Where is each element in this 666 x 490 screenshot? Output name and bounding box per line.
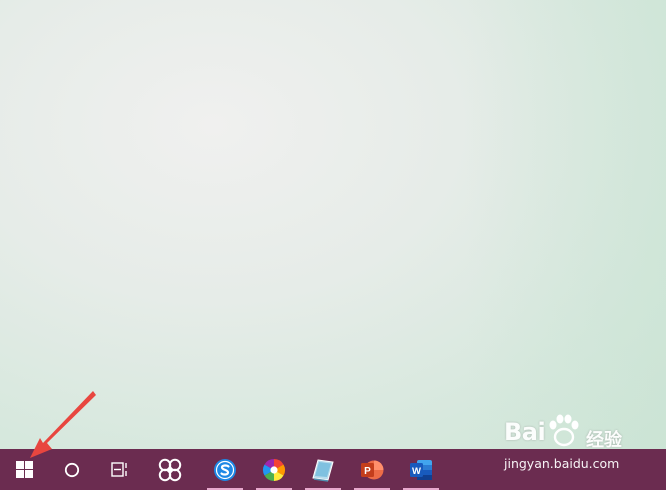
watermark-jingyan: 经验 — [586, 430, 622, 450]
taskbar-app-color-wheel[interactable] — [255, 449, 293, 490]
word-icon: W — [410, 459, 432, 480]
baidu-jingyan-watermark: Bai 经验 jingyan.baidu.com — [504, 412, 634, 478]
taskbar-app-sogou-browser[interactable] — [206, 449, 244, 490]
baidu-paw-icon — [549, 414, 579, 447]
desktop-background — [0, 0, 666, 449]
taskbar-app-pinwheel[interactable] — [151, 449, 189, 490]
sogou-s-icon — [214, 458, 236, 481]
watermark-url: jingyan.baidu.com — [504, 456, 620, 471]
search-button[interactable] — [52, 449, 92, 490]
powerpoint-letter: P — [364, 466, 371, 477]
start-button[interactable] — [0, 449, 48, 490]
taskbar-app-powerpoint[interactable]: P — [353, 449, 391, 490]
powerpoint-icon: P — [361, 460, 384, 479]
taskbar-app-word[interactable]: W — [402, 449, 440, 490]
cortana-circle-icon — [64, 462, 80, 477]
watermark-brand: Bai — [504, 418, 546, 446]
notepad-icon — [312, 458, 334, 482]
task-view-button[interactable] — [100, 449, 140, 490]
pinwheel-icon — [158, 458, 182, 481]
task-view-icon — [110, 462, 127, 477]
word-letter: W — [412, 466, 421, 477]
color-wheel-icon — [263, 458, 285, 481]
taskbar-app-notepad[interactable] — [304, 449, 342, 490]
windows-logo-icon — [15, 461, 33, 478]
